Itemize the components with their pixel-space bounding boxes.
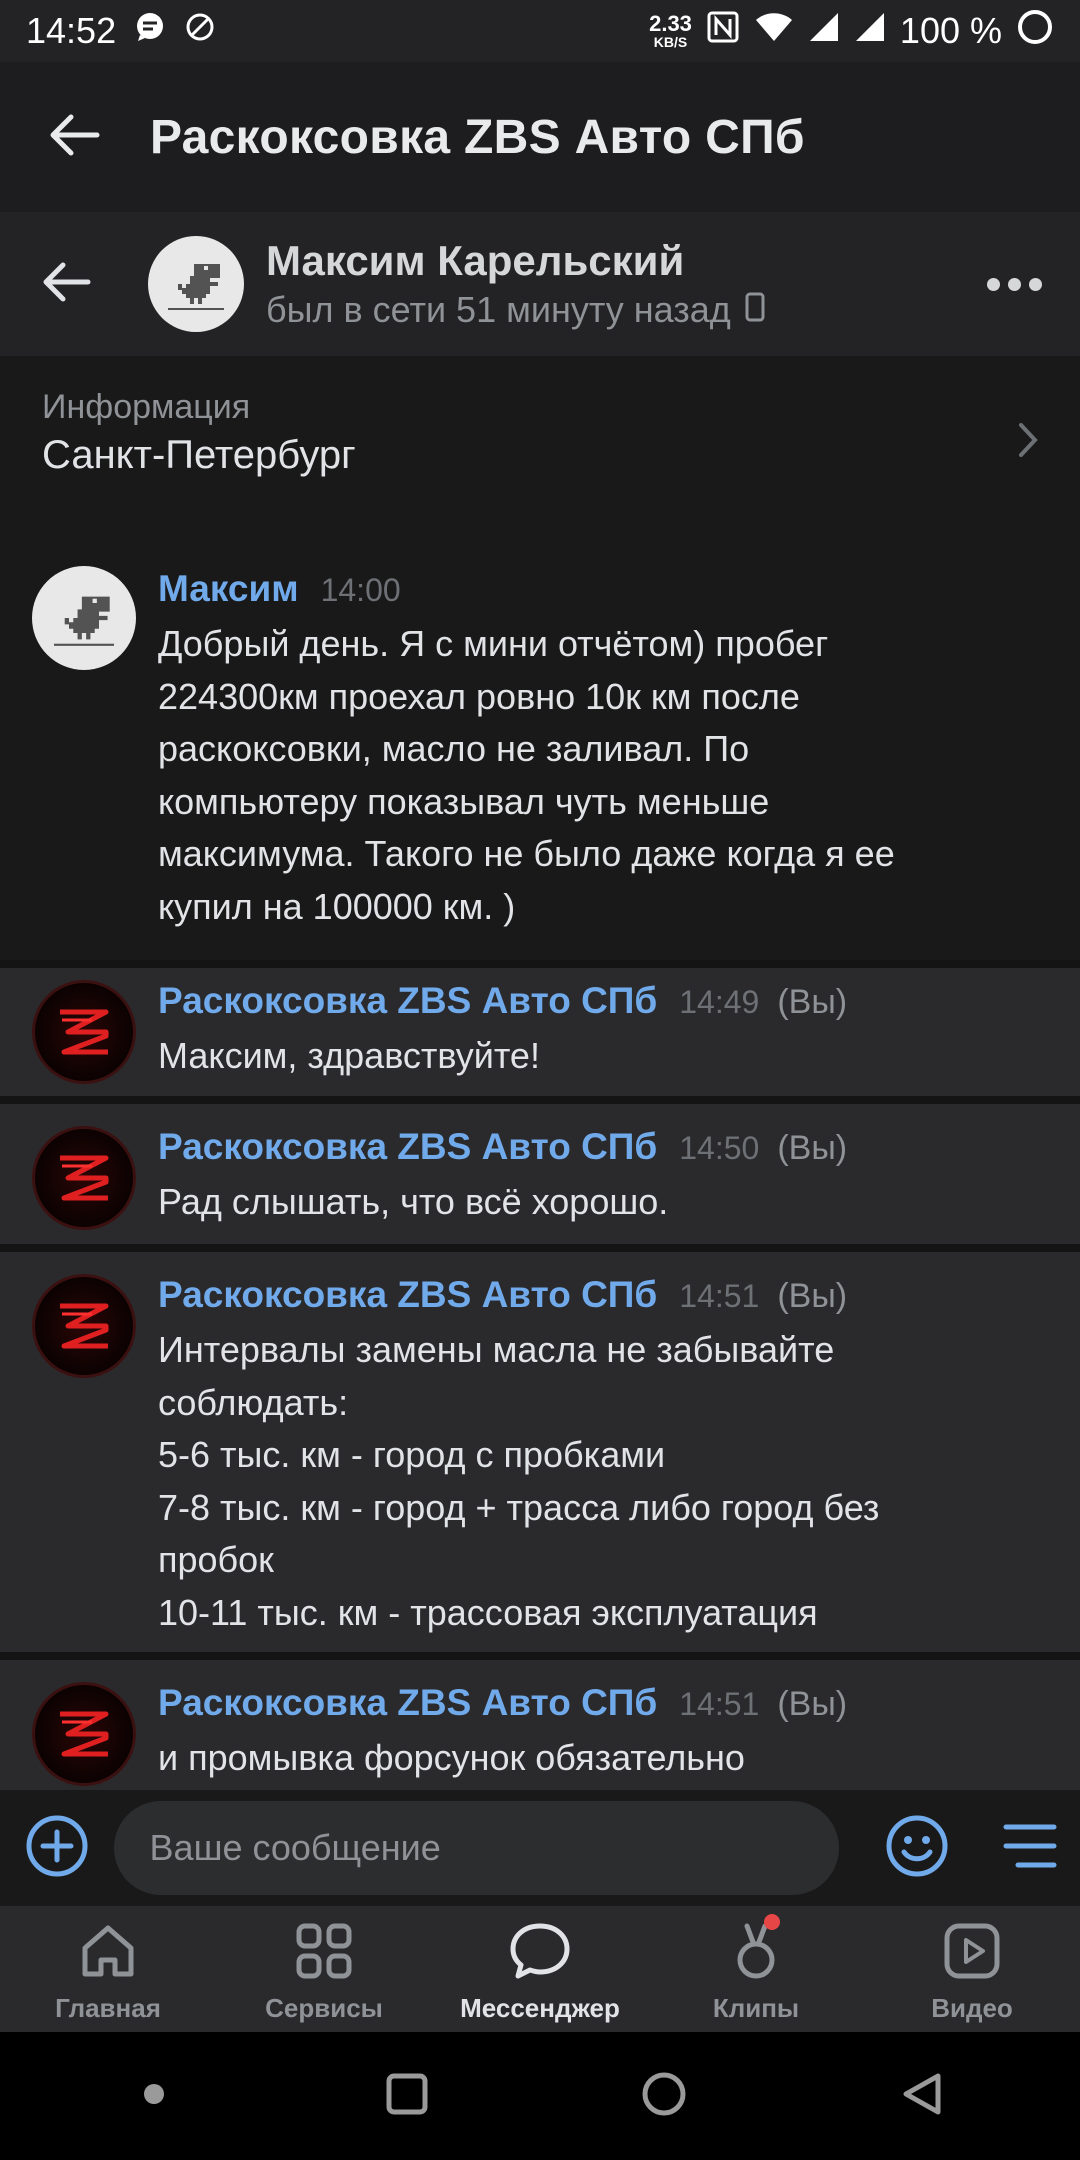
message-author[interactable]: Максим: [158, 568, 299, 610]
signal-icon: [808, 10, 840, 52]
message-time: 14:51: [679, 1686, 760, 1722]
message-time: 14:00: [320, 572, 401, 608]
arrow-left-icon: [42, 261, 92, 308]
video-icon: [941, 1920, 1003, 1987]
status-time: 14:52: [26, 10, 117, 51]
emoji-button[interactable]: [861, 1814, 973, 1883]
nav-services-label: Сервисы: [265, 1993, 383, 2023]
you-marker: (Вы): [777, 1277, 848, 1315]
dnd-off-icon: [184, 10, 216, 52]
message-text: Добрый день. Я с мини отчётом) пробег 22…: [158, 623, 895, 927]
attach-button[interactable]: [0, 1814, 114, 1883]
message-input-placeholder: Ваше сообщение: [149, 1827, 441, 1868]
menu-lines-icon: [1002, 1821, 1058, 1876]
messenger-icon: [507, 1920, 573, 1987]
divider: [0, 1652, 1080, 1660]
divider: [0, 1244, 1080, 1252]
notification-badge: [764, 1914, 780, 1930]
nav-video-label: Видео: [931, 1993, 1013, 2023]
nav-home[interactable]: Главная: [0, 1906, 216, 2032]
message-avatar[interactable]: [32, 566, 136, 670]
battery-percent: 100 %: [899, 10, 1002, 51]
screen: 14:52 2.33 KB/S 100 % Раскоксовка ZBS Ав…: [0, 0, 1080, 2160]
contact-name[interactable]: Максим Карельский: [266, 237, 765, 285]
recents-button[interactable]: [383, 2070, 431, 2123]
you-marker: (Вы): [777, 1685, 848, 1723]
last-seen: был в сети 51 минуту назад: [266, 289, 731, 330]
services-icon: [293, 1920, 355, 1987]
battery-icon: [1016, 8, 1054, 55]
info-label: Информация: [42, 388, 251, 426]
message-text: Рад слышать, что всё хорошо.: [158, 1181, 669, 1222]
message-author[interactable]: Раскоксовка ZBS Авто СПб: [158, 1682, 657, 1724]
message-item[interactable]: Раскоксовка ZBS Авто СПб 14:51 (Вы) Инте…: [0, 1252, 1080, 1652]
nav-clips[interactable]: Клипы: [648, 1906, 864, 2032]
page-title: Раскоксовка ZBS Авто СПб: [150, 110, 805, 164]
system-nav-bar: [0, 2032, 1080, 2160]
you-marker: (Вы): [777, 983, 848, 1021]
more-icon[interactable]: [987, 277, 1042, 291]
chat-header: Максим Карельский был в сети 51 минуту н…: [0, 212, 1080, 356]
message-item[interactable]: Раскоксовка ZBS Авто СПб 14:49 (Вы) Макс…: [0, 968, 1080, 1096]
assistant-dot-button[interactable]: [134, 2074, 174, 2119]
info-section[interactable]: Информация Санкт-Петербург: [0, 356, 1080, 516]
nav-messenger-label: Мессенджер: [460, 1993, 620, 2023]
signal-icon-2: [854, 10, 886, 52]
message-time: 14:51: [679, 1278, 760, 1314]
home-icon: [77, 1920, 139, 1987]
mobile-icon: [745, 289, 765, 331]
app-header: Раскоксовка ZBS Авто СПб: [0, 62, 1080, 212]
message-time: 14:50: [679, 1130, 760, 1166]
nav-clips-label: Клипы: [712, 1993, 800, 2023]
nfc-icon: [706, 10, 740, 53]
divider: [0, 960, 1080, 968]
message-time: 14:49: [679, 984, 760, 1020]
you-marker: (Вы): [777, 1129, 848, 1167]
back-button[interactable]: [0, 62, 150, 212]
message-text: и промывка форсунок обязательно: [158, 1737, 745, 1778]
message-item[interactable]: Раскоксовка ZBS Авто СПб 14:51 (Вы) и пр…: [0, 1660, 1080, 1790]
message-text: Интервалы замены масла не забывайте собл…: [158, 1329, 880, 1633]
message-input[interactable]: Ваше сообщение: [113, 1801, 839, 1895]
zbs-logo-icon: [32, 980, 136, 1084]
home-button[interactable]: [639, 2069, 689, 2124]
message-author[interactable]: Раскоксовка ZBS Авто СПб: [158, 1126, 657, 1168]
zbs-logo-icon: [32, 1274, 136, 1378]
chat-back-button[interactable]: [0, 212, 134, 356]
plus-circle-icon: [25, 1814, 89, 1883]
system-back-button[interactable]: [898, 2070, 946, 2123]
clips-icon: [725, 1920, 787, 1987]
bottom-nav: Главная Сервисы Мессенджер Клипы Видео: [0, 1906, 1080, 2032]
divider: [0, 1096, 1080, 1104]
status-bar: 14:52 2.33 KB/S 100 %: [0, 0, 1080, 62]
message-item[interactable]: Максим 14:00 Добрый день. Я с мини отчёт…: [0, 522, 1080, 960]
zbs-logo-icon: [32, 1682, 136, 1786]
keyboard-menu-button[interactable]: [980, 1821, 1080, 1876]
nav-messenger[interactable]: Мессенджер: [432, 1906, 648, 2032]
wifi-icon: [754, 10, 794, 52]
network-speed: 2.33 KB/S: [649, 11, 692, 50]
contact-avatar[interactable]: [148, 236, 244, 332]
message-composer: Ваше сообщение: [0, 1790, 1080, 1906]
message-author[interactable]: Раскоксовка ZBS Авто СПб: [158, 980, 657, 1022]
message-text: Максим, здравствуйте!: [158, 1035, 540, 1076]
nav-video[interactable]: Видео: [864, 1906, 1080, 2032]
message-avatar[interactable]: [32, 980, 136, 1084]
message-avatar[interactable]: [32, 1126, 136, 1230]
info-value: Санкт-Петербург: [42, 433, 356, 477]
arrow-left-icon: [49, 113, 101, 162]
message-item[interactable]: Раскоксовка ZBS Авто СПб 14:50 (Вы) Рад …: [0, 1104, 1080, 1244]
smile-icon: [885, 1814, 949, 1883]
nav-services[interactable]: Сервисы: [216, 1906, 432, 2032]
message-avatar[interactable]: [32, 1274, 136, 1378]
message-avatar[interactable]: [32, 1682, 136, 1786]
nav-home-label: Главная: [55, 1993, 161, 2023]
chevron-right-icon: [1018, 422, 1038, 463]
message-author[interactable]: Раскоксовка ZBS Авто СПб: [158, 1274, 657, 1316]
message-notification-icon: [134, 10, 166, 52]
zbs-logo-icon: [32, 1126, 136, 1230]
